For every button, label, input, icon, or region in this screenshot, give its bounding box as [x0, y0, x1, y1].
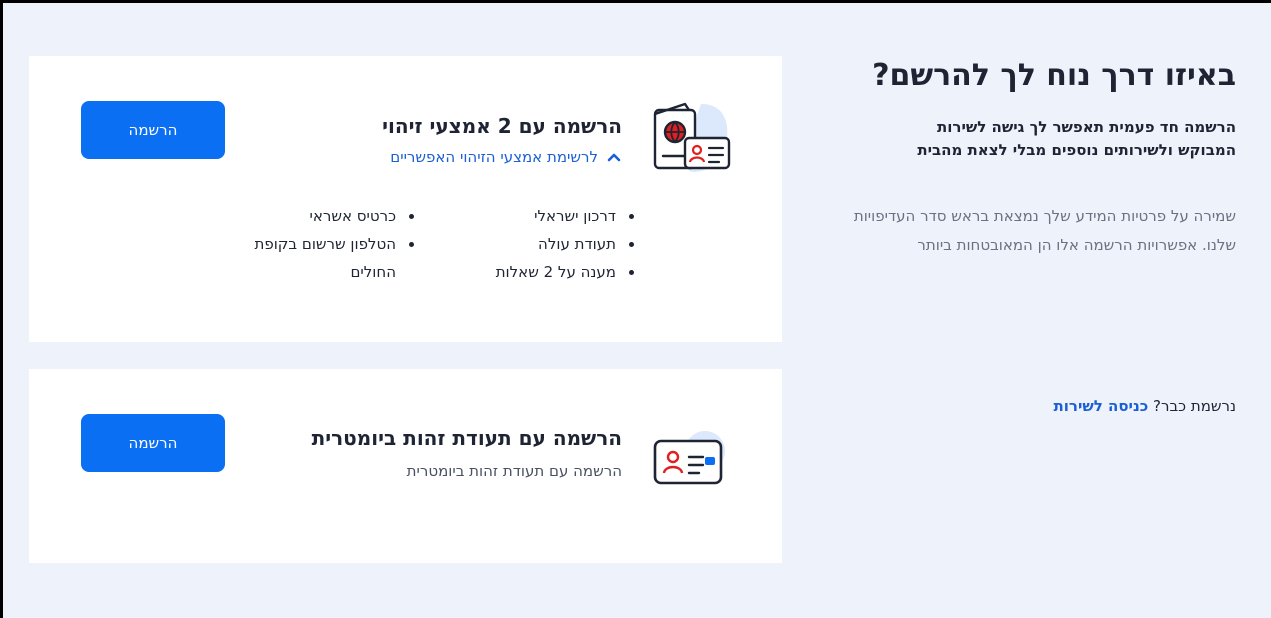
passport-and-id-card-icon	[653, 102, 731, 172]
option-biometric-subtitle: הרשמה עם תעודת זהות ביומטרית	[406, 462, 622, 480]
window-border-top	[0, 0, 1271, 3]
registration-option-two-ids-card: הרשמה הרשמה עם 2 אמצעי זיהוי לרשימת אמצע…	[29, 56, 782, 342]
id-methods-list: דרכון ישראלי כרטיס אשראי תעודת עולה הטלפ…	[214, 206, 634, 282]
id-methods-toggle-label: לרשימת אמצעי הזיהוי האפשריים	[390, 148, 598, 166]
register-biometric-button[interactable]: הרשמה	[81, 414, 225, 472]
option-two-ids-title: הרשמה עם 2 אמצעי זיהוי	[382, 114, 622, 138]
intro-section: באיזו דרך נוח לך להרשם? הרשמה חד פעמית ת…	[790, 56, 1236, 260]
already-registered-line: נרשמת כבר? כניסה לשירות	[1054, 397, 1236, 415]
login-link[interactable]: כניסה לשירות	[1054, 397, 1149, 415]
registration-option-biometric-card: הרשמה הרשמה עם תעודת זהות ביומטרית הרשמה…	[29, 369, 782, 563]
list-item: דרכון ישראלי	[434, 206, 634, 226]
list-item: הטלפון שרשום בקופת	[214, 234, 414, 254]
list-item: תעודת עולה	[434, 234, 634, 254]
window-border-left	[0, 0, 3, 618]
chevron-up-icon	[607, 153, 621, 162]
page-title: באיזו דרך נוח לך להרשם?	[872, 58, 1236, 93]
intro-description: הרשמה חד פעמית תאפשר לך גישה לשירות המבו…	[917, 118, 1236, 159]
list-item: מענה על 2 שאלות	[434, 262, 634, 282]
privacy-note: שמירה על פרטיות המידע שלך נמצאת בראש סדר…	[853, 207, 1236, 254]
biometric-id-card-icon	[653, 431, 725, 485]
option-biometric-title: הרשמה עם תעודת זהות ביומטרית	[311, 426, 622, 450]
id-methods-toggle[interactable]: לרשימת אמצעי הזיהוי האפשריים	[390, 148, 622, 166]
register-two-ids-button[interactable]: הרשמה	[81, 101, 225, 159]
already-registered-text: נרשמת כבר?	[1153, 397, 1236, 415]
list-item: כרטיס אשראי	[214, 206, 414, 226]
list-item-continuation: החולים	[350, 263, 396, 281]
